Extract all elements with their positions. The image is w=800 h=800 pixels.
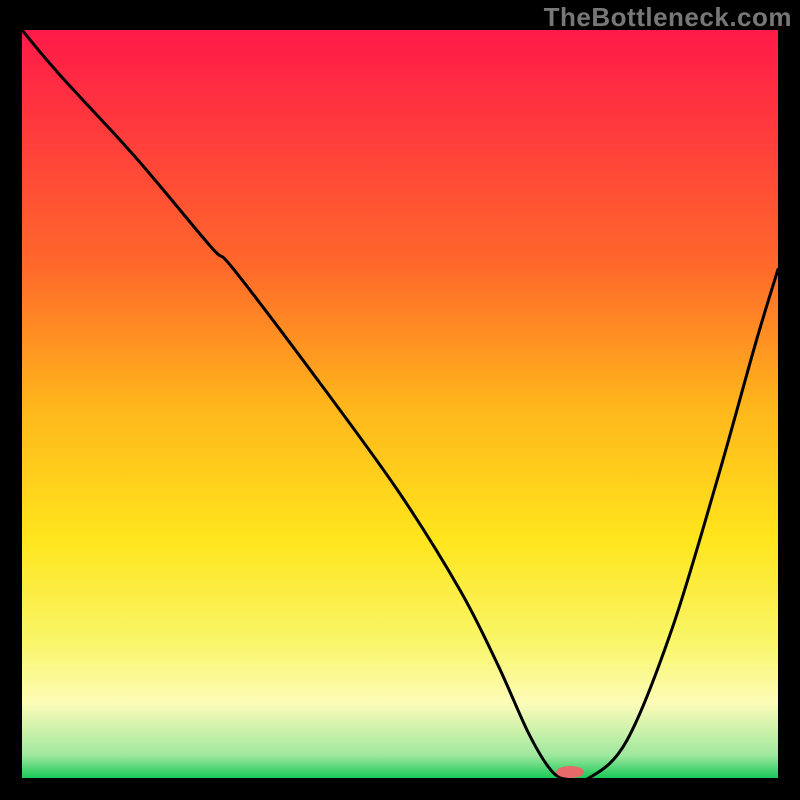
gradient-bg <box>22 30 778 778</box>
plot-area <box>22 30 778 778</box>
chart-frame: TheBottleneck.com <box>0 0 800 800</box>
watermark-text: TheBottleneck.com <box>544 2 792 33</box>
chart-svg <box>22 30 778 778</box>
optimum-marker <box>556 766 584 778</box>
